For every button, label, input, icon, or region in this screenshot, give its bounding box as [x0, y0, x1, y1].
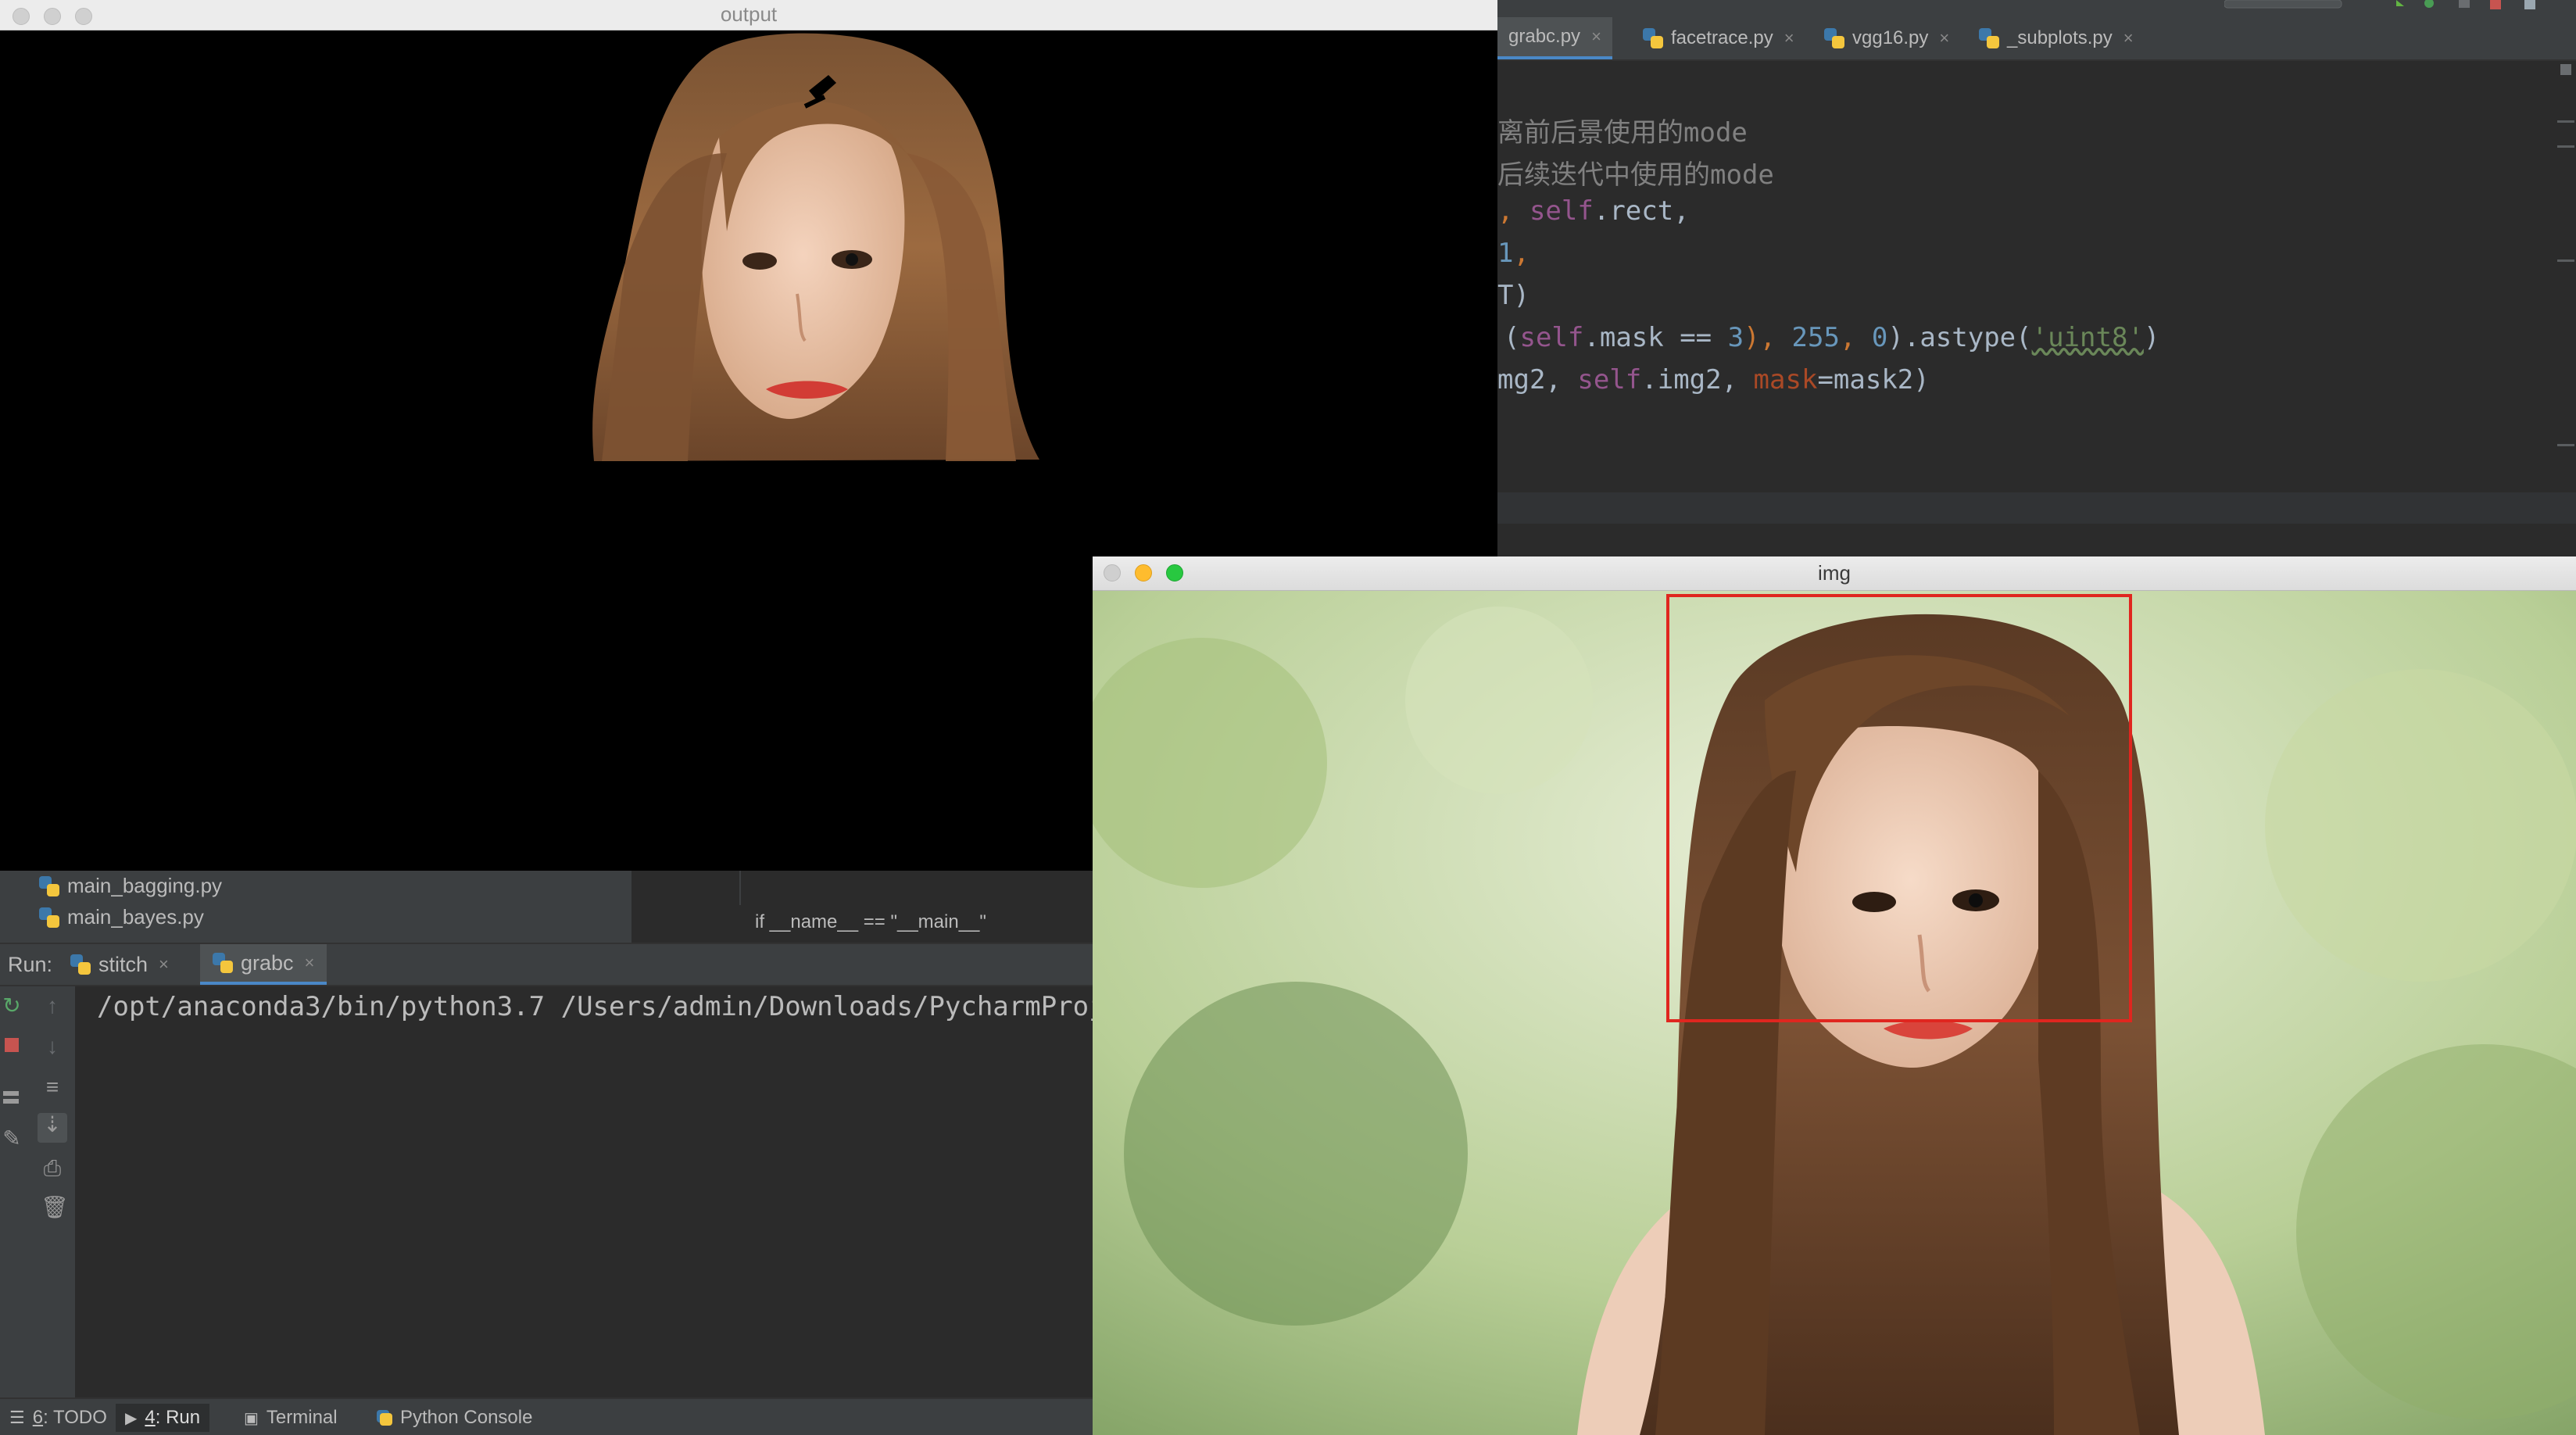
list-icon: ☰ — [9, 1408, 25, 1427]
python-console-tool-button[interactable]: Python Console — [367, 1404, 542, 1432]
code-editor[interactable]: 离前后景使用的mode 后续迭代中使用的mode , self.rect, 1,… — [1497, 61, 2576, 492]
project-tree: main_bagging.py main_bayes.py — [0, 871, 631, 943]
editor-tab-label: _subplots.py — [2007, 27, 2113, 48]
print-icon[interactable]: ⎙ — [41, 1157, 64, 1180]
terminal-tool-button[interactable]: ▣ Terminal — [234, 1404, 347, 1432]
scroll-mark — [2557, 444, 2574, 446]
todo-tool-button[interactable]: ☰ 6: TODO — [0, 1404, 116, 1432]
breadcrumb[interactable]: if __name__ == "__main__" — [755, 911, 986, 933]
soft-wrap-icon[interactable]: ≡ — [41, 1075, 64, 1099]
scroll-mark — [2557, 259, 2574, 262]
editor-tab-label: facetrace.py — [1671, 27, 1773, 48]
photo-canvas — [1093, 591, 2576, 1435]
console-output-line: /opt/anaconda3/bin/python3.7 /Users/admi… — [97, 991, 1122, 1022]
editor-scroll-markers[interactable] — [2556, 61, 2576, 492]
editor-tab-grabc[interactable]: grabc.py × — [1497, 17, 1612, 59]
code-line-6: (self.mask == 3), 255, 0).astype('uint8'… — [1504, 322, 2160, 353]
run-console[interactable]: /opt/anaconda3/bin/python3.7 /Users/admi… — [75, 986, 1121, 1397]
code-line-5: T) — [1497, 280, 1530, 311]
editor-tab-label: grabc.py — [1508, 26, 1581, 47]
editor-tab-label: vgg16.py — [1852, 27, 1929, 48]
inspection-indicator[interactable] — [2560, 64, 2571, 75]
python-file-icon — [1824, 28, 1844, 48]
run-console-toolbar: ↑ ↓ ≡ ⇣ ⎙ 🗑 — [31, 986, 77, 1397]
run-tool-button[interactable]: ▶ 4: Run — [116, 1404, 210, 1432]
output-window-titlebar[interactable]: output — [0, 0, 1497, 30]
editor-tab-subplots[interactable]: _subplots.py × — [1968, 17, 2145, 59]
close-icon[interactable]: × — [1939, 28, 1949, 48]
editor-bottom-strip — [1497, 492, 2576, 524]
divider — [739, 869, 741, 905]
run-tab-stitch[interactable]: stitch × — [58, 944, 181, 985]
editor-tab-vgg16[interactable]: vgg16.py × — [1813, 17, 1960, 59]
run-side-toolbar: ↻ ✎ — [0, 986, 31, 1397]
editor-tab-facetrace[interactable]: facetrace.py × — [1632, 17, 1805, 59]
code-line-2: 后续迭代中使用的mode — [1497, 159, 1774, 191]
python-console-icon — [377, 1410, 392, 1426]
python-file-icon — [70, 954, 91, 975]
code-line-1: 离前后景使用的mode — [1497, 117, 1748, 149]
close-icon[interactable]: × — [305, 953, 315, 973]
trash-icon[interactable]: 🗑 — [41, 1196, 69, 1219]
output-window-title: output — [720, 2, 778, 26]
segmented-face-image — [592, 33, 1039, 462]
python-file-icon — [39, 875, 59, 896]
python-file-icon — [213, 953, 233, 973]
run-label: Run: — [8, 952, 53, 976]
python-file-icon — [1643, 28, 1663, 48]
project-file-main-bayes[interactable]: main_bayes.py — [39, 905, 204, 929]
arrow-up-icon[interactable]: ↑ — [41, 994, 64, 1018]
terminal-icon: ▣ — [244, 1409, 259, 1427]
img-window-title: img — [1818, 561, 1851, 585]
close-icon[interactable]: × — [1784, 28, 1794, 48]
code-line-7: mg2, self.img2, mask=mask2) — [1497, 364, 1930, 395]
python-file-icon — [39, 907, 59, 928]
code-line-3: , self.rect, — [1497, 195, 1690, 227]
run-toolbar-icons[interactable] — [2224, 0, 2576, 13]
tool-window-bar: ☰ 6: TODO ▶ 4: Run ▣ Terminal Python Con… — [0, 1397, 1093, 1435]
run-tab-grabc[interactable]: grabc × — [200, 944, 327, 985]
code-line-4: 1, — [1497, 238, 1530, 269]
face-detection-box — [1666, 594, 2132, 1022]
close-icon[interactable]: × — [1591, 27, 1601, 47]
close-icon[interactable]: × — [159, 954, 169, 975]
run-tool-header: Run: stitch × grabc × — [0, 943, 1093, 986]
stop-icon[interactable] — [0, 1033, 23, 1057]
scroll-to-end-icon[interactable]: ⇣ — [38, 1113, 67, 1143]
python-file-icon — [1979, 28, 1999, 48]
arrow-down-icon[interactable]: ↓ — [41, 1035, 64, 1058]
img-window-titlebar[interactable]: img — [1093, 556, 2576, 591]
pin-icon[interactable]: ✎ — [0, 1127, 23, 1151]
play-icon: ▶ — [125, 1409, 138, 1427]
scroll-mark — [2557, 145, 2574, 148]
rerun-icon[interactable]: ↻ — [0, 994, 23, 1018]
close-icon[interactable]: × — [2123, 28, 2134, 48]
project-file-main-bagging[interactable]: main_bagging.py — [39, 874, 222, 898]
scroll-mark — [2557, 120, 2574, 123]
editor-tab-bar: grabc.py × facetrace.py × vgg16.py × _su… — [1497, 0, 2576, 61]
layout-icon[interactable] — [0, 1088, 23, 1111]
